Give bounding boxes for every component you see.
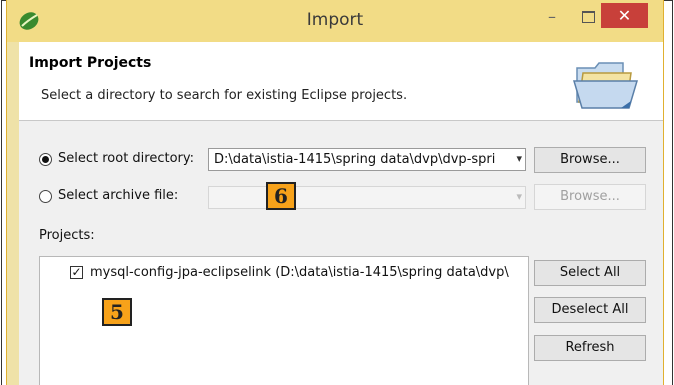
chevron-down-icon[interactable]: ▾ [516,152,522,165]
dialog-body: Import Projects Select a directory to se… [19,42,663,385]
import-dialog: Import – ✕ Import Projects Select a dire… [6,0,664,385]
open-folder-icon [572,62,639,109]
annotation-marker-5: 5 [102,298,132,326]
maximize-button[interactable] [573,4,603,30]
deselect-all-button[interactable]: Deselect All [534,297,646,323]
project-checkbox[interactable]: ✓ [70,266,83,279]
browse-directory-button[interactable]: Browse... [534,147,646,173]
root-directory-value: D:\data\istia-1415\spring data\dvp\dvp-s… [214,152,496,167]
refresh-button[interactable]: Refresh [534,335,646,361]
annotation-marker-6: 6 [266,182,296,210]
select-all-button[interactable]: Select All [534,260,646,286]
maximize-icon [582,11,595,23]
title-bar[interactable]: Import – ✕ [7,0,663,42]
wizard-header: Import Projects Select a directory to se… [19,42,663,121]
minimize-button[interactable]: – [537,4,567,30]
browse-archive-button[interactable]: Browse... [534,184,646,210]
page-description: Select a directory to search for existin… [41,88,408,103]
project-label: mysql-config-jpa-eclipselink (D:\data\is… [90,265,509,280]
root-directory-label: Select root directory: [58,151,195,166]
archive-file-radio[interactable] [39,190,52,203]
root-directory-radio[interactable] [39,153,52,166]
archive-file-combo[interactable]: ▾ [208,186,526,209]
chevron-down-icon[interactable]: ▾ [516,190,522,203]
archive-file-label: Select archive file: [58,188,179,203]
page-title: Import Projects [29,55,152,71]
root-directory-combo[interactable]: D:\data\istia-1415\spring data\dvp\dvp-s… [208,148,526,171]
projects-label: Projects: [39,228,95,243]
close-button[interactable]: ✕ [601,3,648,28]
